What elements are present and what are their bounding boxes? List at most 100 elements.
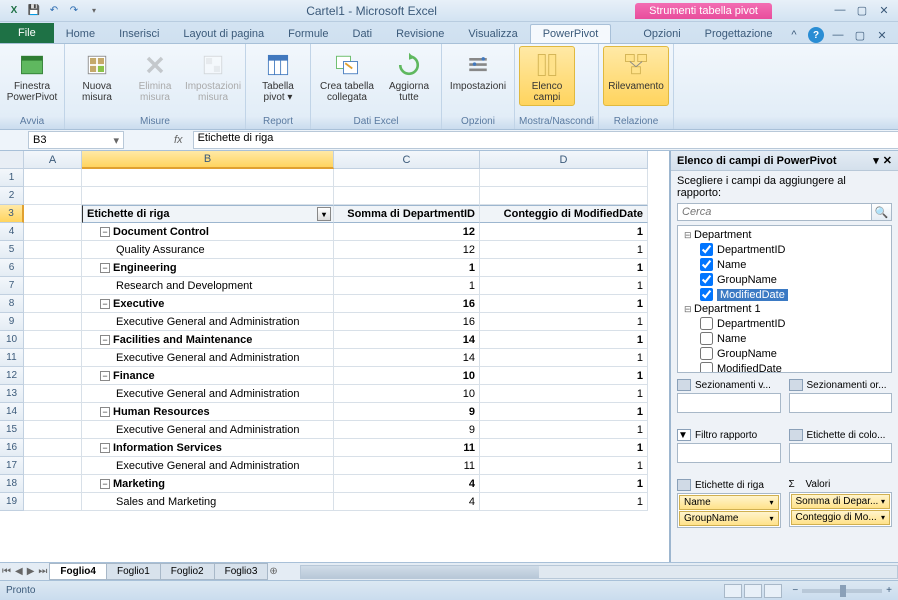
- tree-field[interactable]: GroupName: [680, 272, 889, 287]
- create-linked-table-button[interactable]: Crea tabellacollegata: [315, 46, 379, 106]
- cell[interactable]: [24, 331, 82, 349]
- row-header[interactable]: 6: [0, 259, 24, 277]
- cell[interactable]: −Engineering: [82, 259, 334, 277]
- collapse-icon[interactable]: −: [100, 263, 110, 273]
- row-header[interactable]: 14: [0, 403, 24, 421]
- select-all-corner[interactable]: [0, 151, 24, 169]
- pivot-table-button[interactable]: Tabellapivot ▾: [250, 46, 306, 106]
- cell[interactable]: 1: [480, 475, 648, 493]
- tab-home[interactable]: Home: [54, 25, 107, 43]
- tab-powerpivot[interactable]: PowerPivot: [530, 24, 612, 43]
- cell[interactable]: 1: [480, 403, 648, 421]
- pivot-filter-dropdown[interactable]: ▾: [317, 207, 331, 221]
- row-header[interactable]: 16: [0, 439, 24, 457]
- cell[interactable]: [24, 349, 82, 367]
- cell[interactable]: 1: [480, 277, 648, 295]
- zoom-slider[interactable]: [802, 589, 882, 593]
- cell[interactable]: 1: [480, 295, 648, 313]
- zoom-control[interactable]: − +: [792, 585, 892, 596]
- cell[interactable]: 1: [480, 367, 648, 385]
- cell[interactable]: [24, 403, 82, 421]
- cell[interactable]: Quality Assurance: [82, 241, 334, 259]
- col-header-a[interactable]: A: [24, 151, 82, 169]
- cell[interactable]: −Document Control: [82, 223, 334, 241]
- powerpivot-window-button[interactable]: FinestraPowerPivot: [4, 46, 60, 106]
- area-pill[interactable]: Name▾: [679, 495, 779, 510]
- field-search-input[interactable]: [677, 203, 872, 221]
- field-checkbox[interactable]: [700, 347, 713, 360]
- cell[interactable]: Executive General and Administration: [82, 457, 334, 475]
- area-cols-box[interactable]: [789, 443, 893, 463]
- formula-input[interactable]: Etichette di riga: [193, 131, 898, 149]
- field-list-close-icon[interactable]: ✕: [883, 154, 892, 167]
- cell[interactable]: [24, 313, 82, 331]
- row-header[interactable]: 19: [0, 493, 24, 511]
- detect-relationships-button[interactable]: Rilevamento: [603, 46, 669, 106]
- tree-table[interactable]: ⊟ Department: [680, 228, 889, 242]
- settings-button[interactable]: Impostazioni: [446, 46, 510, 106]
- col-header-c[interactable]: C: [334, 151, 480, 169]
- cell[interactable]: [24, 457, 82, 475]
- collapse-icon[interactable]: −: [100, 299, 110, 309]
- area-slicer-h-box[interactable]: [789, 393, 893, 413]
- cell[interactable]: 1: [480, 313, 648, 331]
- cell[interactable]: [24, 241, 82, 259]
- row-header[interactable]: 15: [0, 421, 24, 439]
- cell[interactable]: 4: [334, 475, 480, 493]
- cell[interactable]: 10: [334, 367, 480, 385]
- row-header[interactable]: 18: [0, 475, 24, 493]
- tab-inserisci[interactable]: Inserisci: [107, 25, 171, 43]
- collapse-icon[interactable]: −: [100, 227, 110, 237]
- row-header[interactable]: 2: [0, 187, 24, 205]
- sheet-nav-last[interactable]: ⏭: [36, 566, 49, 577]
- cell[interactable]: Executive General and Administration: [82, 349, 334, 367]
- field-checkbox[interactable]: [700, 288, 713, 301]
- sheet-nav-next[interactable]: ▶: [25, 566, 37, 577]
- area-pill[interactable]: Conteggio di Mo...▾: [791, 510, 891, 525]
- col-header-b[interactable]: B: [82, 151, 334, 169]
- col-header-d[interactable]: D: [480, 151, 648, 169]
- tree-field[interactable]: DepartmentID: [680, 316, 889, 331]
- field-checkbox[interactable]: [700, 243, 713, 256]
- cell[interactable]: [24, 187, 82, 205]
- h-scrollbar[interactable]: [300, 565, 898, 579]
- tab-layout[interactable]: Layout di pagina: [171, 25, 276, 43]
- cell[interactable]: 11: [334, 439, 480, 457]
- field-list-dropdown-icon[interactable]: ▾: [873, 154, 879, 167]
- tree-table[interactable]: ⊟ Department 1: [680, 302, 889, 316]
- cell[interactable]: [24, 367, 82, 385]
- row-header[interactable]: 11: [0, 349, 24, 367]
- cell[interactable]: [480, 169, 648, 187]
- cell[interactable]: [82, 169, 334, 187]
- sheet-nav-first[interactable]: ⏮: [0, 566, 13, 577]
- cell[interactable]: [24, 169, 82, 187]
- cell[interactable]: 12: [334, 241, 480, 259]
- collapse-icon[interactable]: −: [100, 335, 110, 345]
- area-filter-box[interactable]: [677, 443, 781, 463]
- cell[interactable]: 1: [334, 277, 480, 295]
- cell[interactable]: Executive General and Administration: [82, 421, 334, 439]
- cell[interactable]: Research and Development: [82, 277, 334, 295]
- cell[interactable]: Conteggio di ModifiedDate: [480, 205, 648, 223]
- cell[interactable]: [480, 187, 648, 205]
- cell[interactable]: 11: [334, 457, 480, 475]
- doc-minimize-icon[interactable]: —: [830, 27, 846, 43]
- row-header[interactable]: 17: [0, 457, 24, 475]
- doc-close-icon[interactable]: ✕: [874, 27, 890, 43]
- cell[interactable]: 4: [334, 493, 480, 511]
- cell[interactable]: Executive General and Administration: [82, 313, 334, 331]
- cell[interactable]: 1: [480, 331, 648, 349]
- cell[interactable]: −Executive: [82, 295, 334, 313]
- minimize-icon[interactable]: —: [832, 4, 848, 17]
- cell[interactable]: Etichette di riga▾: [82, 205, 334, 223]
- undo-icon[interactable]: ↶: [46, 3, 62, 19]
- save-icon[interactable]: 💾: [26, 3, 42, 19]
- view-pagebreak-icon[interactable]: [764, 584, 782, 598]
- tab-opzioni[interactable]: Opzioni: [631, 25, 692, 43]
- cell[interactable]: [24, 493, 82, 511]
- cell[interactable]: 12: [334, 223, 480, 241]
- cell[interactable]: 14: [334, 349, 480, 367]
- field-checkbox[interactable]: [700, 332, 713, 345]
- cell[interactable]: 1: [480, 349, 648, 367]
- cell[interactable]: [24, 439, 82, 457]
